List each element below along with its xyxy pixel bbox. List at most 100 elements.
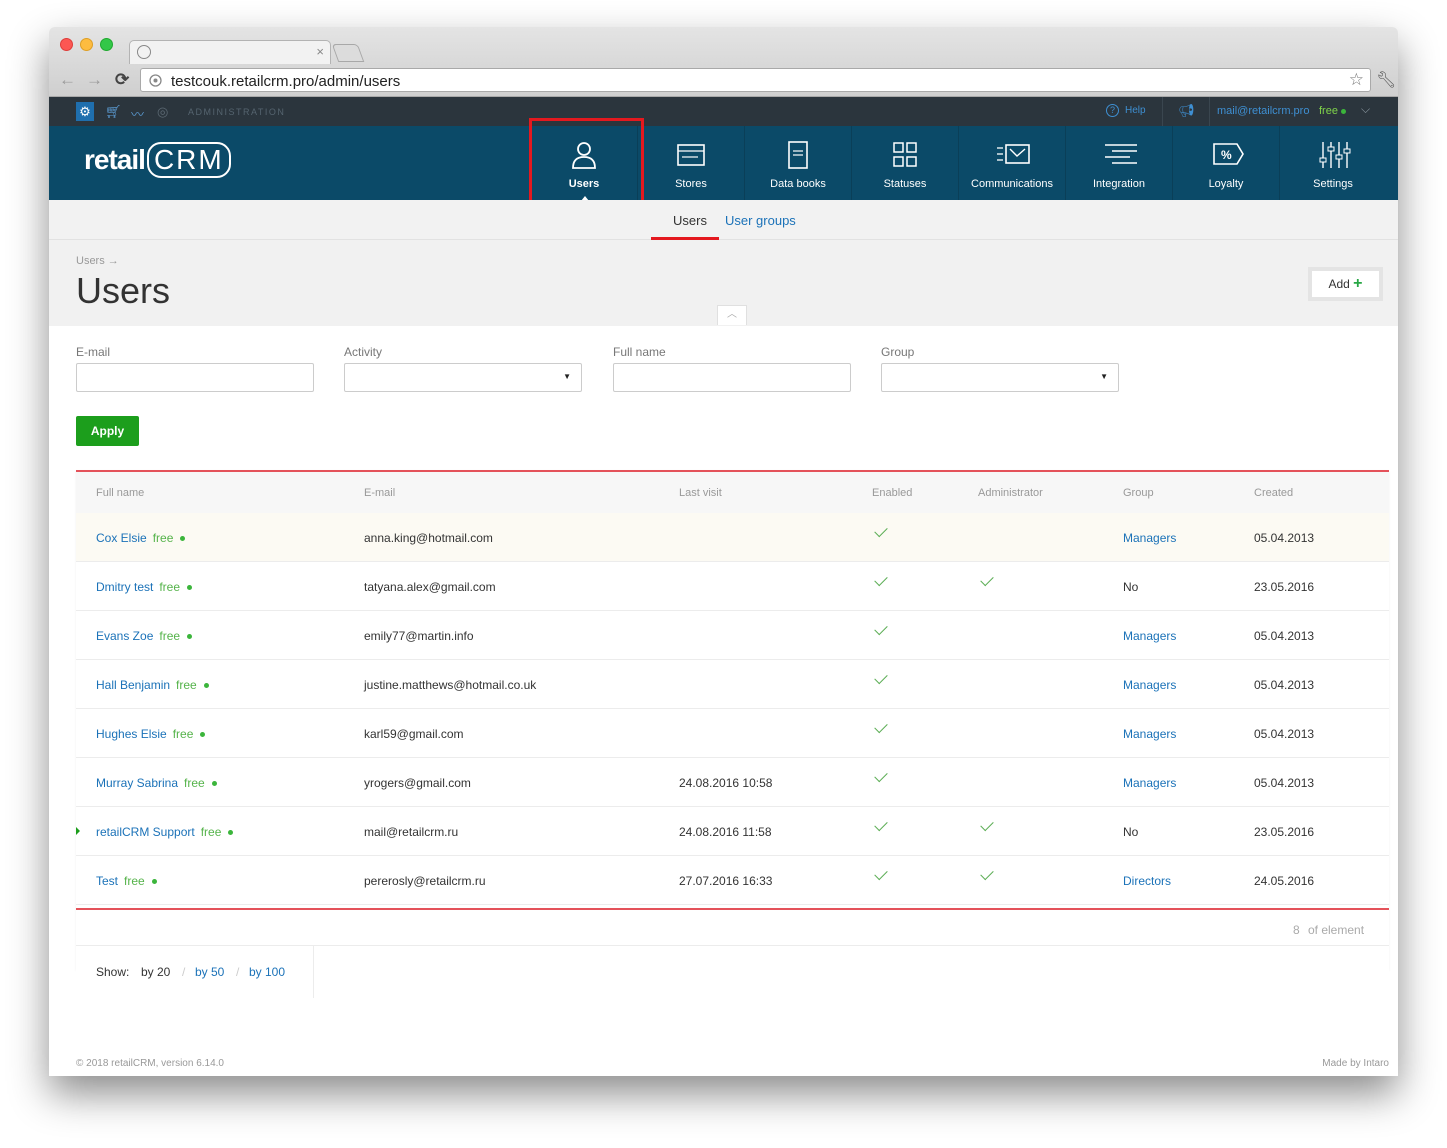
target-icon[interactable]: ◎ [157,104,168,120]
cart-icon[interactable]: 🛒︎ [105,104,122,120]
table-row[interactable]: Dmitry test free tatyana.alex@gmail.com No 2… [76,562,1389,611]
url-text: testcouk.retailcrm.pro/admin/users [171,73,401,90]
menu-item-loyalty[interactable]: % Loyalty [1172,126,1279,200]
apply-button[interactable]: Apply [76,416,139,446]
enabled-check-icon [874,768,888,783]
breadcrumb[interactable]: Users → [76,255,119,267]
user-name-link[interactable]: retailCRM Support [96,825,195,839]
online-dot [200,732,206,737]
page-size-50[interactable]: by 50 [195,965,224,979]
sub-navigation: Users User groups [49,200,1398,240]
element-count: 8 [1293,923,1300,937]
table-row[interactable]: Murray Sabrina free yrogers@gmail.com 24.08… [76,758,1389,807]
bookmark-star-icon[interactable]: ☆ [1349,70,1364,90]
collapse-filters-button[interactable]: ︿ [717,305,747,325]
col-created[interactable]: Created [1254,487,1293,499]
table-row[interactable]: retailCRM Support free mail@retailcrm.ru 24… [76,807,1389,856]
group-cell[interactable]: Managers [1123,629,1176,643]
megaphone-icon[interactable]: 📢︎ [1178,103,1195,119]
user-email[interactable]: mail@retailcrm.pro [1217,105,1309,117]
menu-item-statuses[interactable]: Statuses [851,126,958,200]
online-dot [228,830,234,835]
group-filter-select[interactable]: ▼ [881,363,1119,392]
user-name-cell: retailCRM Support free [96,825,234,839]
menu-label: Integration [1093,178,1145,190]
created-cell: 05.04.2013 [1254,678,1315,692]
user-name-cell: Murray Sabrina free [96,776,217,790]
group-cell[interactable]: Directors [1123,874,1171,888]
user-name-cell: Test free [96,874,157,888]
tab-user-groups[interactable]: User groups [725,213,796,228]
page-size-100[interactable]: by 100 [249,965,285,979]
group-cell[interactable]: Managers [1123,678,1176,692]
logo-text: retail [84,144,146,175]
table-row[interactable]: Hughes Elsie free karl59@gmail.com Managers… [76,709,1389,758]
close-window-button[interactable] [60,38,73,51]
user-name-link[interactable]: Test [96,874,118,888]
menu-item-data-books[interactable]: Data books [744,126,851,200]
page-size-20[interactable]: by 20 [141,965,170,979]
address-bar[interactable]: testcouk.retailcrm.pro/admin/users ☆ [140,68,1371,92]
zoom-window-button[interactable] [100,38,113,51]
group-cell[interactable]: Managers [1123,727,1176,741]
user-name-link[interactable]: Cox Elsie [96,531,147,545]
user-name-link[interactable]: Hall Benjamin [96,678,170,692]
email-cell: mail@retailcrm.ru [364,825,459,839]
chevron-down-icon[interactable]: ⌵ [1361,102,1370,117]
user-name-link[interactable]: Evans Zoe [96,629,153,643]
col-administrator[interactable]: Administrator [978,487,1043,499]
forward-icon[interactable]: → [86,70,103,90]
enabled-check-icon [874,572,888,587]
user-name-link[interactable]: Hughes Elsie [96,727,167,741]
minimize-window-button[interactable] [80,38,93,51]
user-name-cell: Cox Elsie free [96,531,186,545]
menu-item-integration[interactable]: Integration [1065,126,1172,200]
user-name-link[interactable]: Dmitry test [96,580,153,594]
table-row[interactable]: Test free pererosly@retailcrm.ru 27.07.2016… [76,856,1389,905]
analytics-icon[interactable]: 〰 [131,104,144,123]
col-full-name[interactable]: Full name [96,487,144,499]
retailcrm-logo[interactable]: retail CRM [84,142,231,178]
col-group[interactable]: Group [1123,487,1154,499]
menu-item-stores[interactable]: Stores [637,126,744,200]
table-row[interactable]: Evans Zoe free emily77@martin.info Managers… [76,611,1389,660]
reload-icon[interactable]: ⟳ [115,70,129,90]
menu-label: Settings [1313,178,1353,190]
add-user-button[interactable]: Add + [1308,267,1383,301]
tab-users[interactable]: Users [673,213,707,228]
fullname-filter-label: Full name [613,345,666,359]
menu-item-settings[interactable]: Settings [1279,126,1386,200]
email-filter-input[interactable] [76,363,314,392]
enabled-check-icon [874,523,888,538]
browser-tab[interactable]: × [129,40,331,64]
online-dot [187,585,193,590]
col-email[interactable]: E-mail [364,487,395,499]
group-cell[interactable]: Managers [1123,776,1176,790]
help-link[interactable]: Help [1125,105,1146,116]
menu-item-communications[interactable]: Communications [958,126,1065,200]
group-cell[interactable]: Managers [1123,531,1176,545]
fullname-filter-input[interactable] [613,363,851,392]
table-row[interactable]: Cox Elsie free anna.king@hotmail.com Manage… [76,513,1389,562]
back-icon[interactable]: ← [59,70,76,90]
activity-filter-select[interactable]: ▼ [344,363,582,392]
dropdown-arrow-icon: ▼ [1100,372,1108,381]
user-name-link[interactable]: Murray Sabrina [96,776,178,790]
tab-close-button[interactable]: × [316,44,324,59]
plan-badge: free [200,825,222,839]
page-title: Users [76,270,171,311]
plan-badge: free [184,776,205,790]
last-visit-cell: 24.08.2016 11:58 [679,825,772,839]
made-by[interactable]: Made by Intaro [1322,1058,1389,1069]
gear-icon[interactable]: ⚙ [76,102,94,121]
main-menu: Users Stores Data books Statuses Communi… [530,126,1386,201]
wrench-icon[interactable]: 🔧︎ [1376,70,1396,90]
svg-text:%: % [1221,148,1232,162]
col-last-visit[interactable]: Last visit [679,487,722,499]
col-enabled[interactable]: Enabled [872,487,912,499]
new-tab-button[interactable] [331,44,365,62]
email-cell: emily77@martin.info [364,629,474,643]
table-row[interactable]: Hall Benjamin free justine.matthews@hotmai… [76,660,1389,709]
book-icon [788,141,808,169]
globe-icon [137,45,151,59]
